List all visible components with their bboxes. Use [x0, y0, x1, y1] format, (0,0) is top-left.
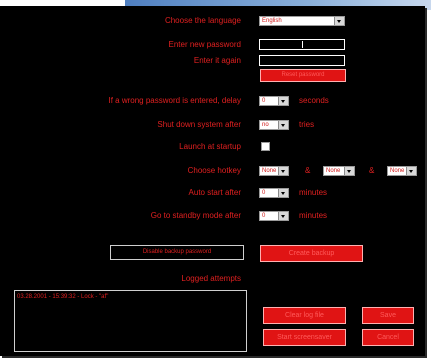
- hotkey-select-3[interactable]: None: [387, 166, 417, 176]
- screenshot: Choose the language English Enter new pa…: [0, 0, 431, 361]
- hotkey-select-1[interactable]: None: [259, 166, 289, 176]
- delay-value: 0: [262, 98, 266, 104]
- reset-password-button[interactable]: Reset password: [260, 69, 346, 82]
- standby-value: 0: [262, 213, 266, 219]
- repeat-password-label: Enter it again: [193, 56, 241, 65]
- chevron-down-icon[interactable]: [278, 97, 288, 105]
- hotkey-separator-2: &: [369, 166, 375, 175]
- autostart-value: 0: [262, 190, 266, 196]
- hotkey-value-1: None: [262, 168, 277, 174]
- disable-backup-button[interactable]: Disable backup password: [110, 245, 244, 260]
- cancel-button[interactable]: Cancel: [362, 329, 414, 346]
- new-password-label: Enter new password: [168, 40, 241, 49]
- standby-unit: minutes: [299, 211, 328, 220]
- new-password-field[interactable]: [259, 39, 345, 50]
- save-button[interactable]: Save: [362, 307, 414, 324]
- log-entry: 03.28.2001 - 15:39:32 - Lock - "af": [17, 294, 109, 300]
- autostart-select[interactable]: 0: [259, 188, 289, 198]
- log-list[interactable]: 03.28.2001 - 15:39:32 - Lock - "af": [14, 290, 247, 352]
- shutdown-select[interactable]: no: [259, 120, 289, 130]
- shutdown-value: no: [262, 122, 269, 128]
- repeat-password-field[interactable]: [259, 55, 345, 66]
- chevron-down-icon[interactable]: [278, 189, 288, 197]
- hotkey-label: Choose hotkey: [187, 166, 241, 175]
- settings-window: Choose the language English Enter new pa…: [0, 6, 425, 356]
- launch-label: Launch at startup: [179, 142, 241, 151]
- text-cursor: [302, 41, 303, 48]
- shutdown-unit: tries: [299, 120, 315, 129]
- standby-select[interactable]: 0: [259, 211, 289, 221]
- delay-unit: seconds: [299, 96, 329, 105]
- chevron-down-icon[interactable]: [278, 121, 288, 129]
- delay-select[interactable]: 0: [259, 96, 289, 106]
- start-screensaver-button[interactable]: Start screensaver: [263, 329, 346, 346]
- delay-label: If a wrong password is entered, delay: [108, 96, 241, 105]
- language-value: English: [262, 18, 282, 24]
- chevron-down-icon[interactable]: [278, 167, 288, 175]
- language-select[interactable]: English: [259, 16, 345, 26]
- shutdown-label: Shut down system after: [157, 120, 241, 129]
- clear-log-button[interactable]: Clear log file: [263, 307, 346, 324]
- hotkey-value-3: None: [390, 168, 405, 174]
- chevron-down-icon[interactable]: [406, 167, 416, 175]
- launch-checkbox[interactable]: [261, 142, 270, 151]
- chevron-down-icon[interactable]: [278, 212, 288, 220]
- chevron-down-icon[interactable]: [344, 167, 354, 175]
- hotkey-value-2: None: [326, 168, 341, 174]
- logged-attempts-label: Logged attempts: [181, 274, 241, 283]
- hotkey-select-2[interactable]: None: [323, 166, 355, 176]
- language-label: Choose the language: [164, 16, 241, 25]
- hotkey-separator-1: &: [305, 166, 311, 175]
- autostart-label: Auto start after: [188, 188, 241, 197]
- chevron-down-icon[interactable]: [334, 17, 344, 25]
- create-backup-button[interactable]: Create backup: [260, 245, 363, 262]
- standby-label: Go to standby mode after: [150, 211, 241, 220]
- autostart-unit: minutes: [299, 188, 328, 197]
